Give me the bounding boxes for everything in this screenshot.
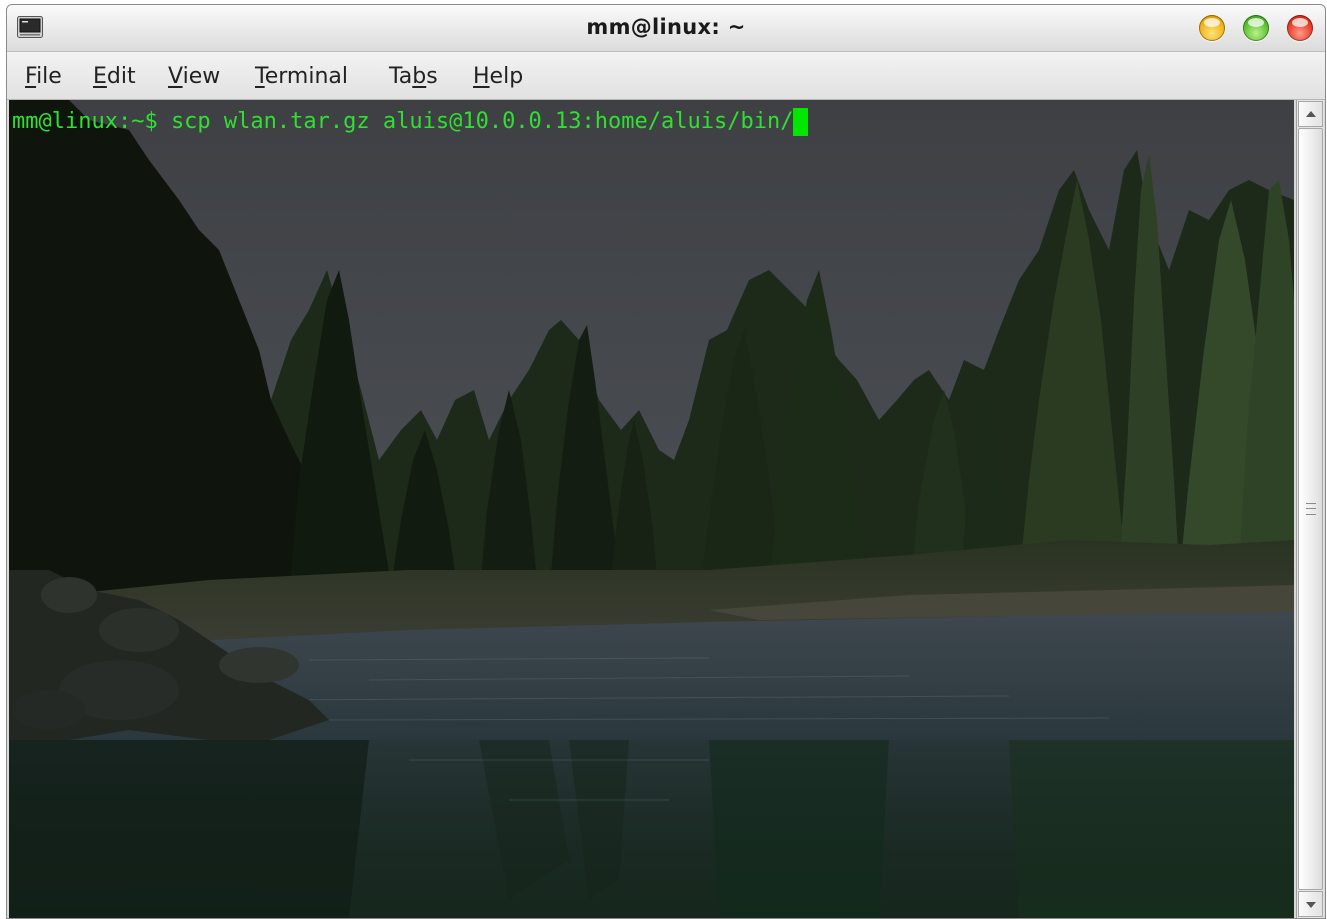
menu-file-label: ile [36,64,62,89]
menu-bar: File Edit View Terminal Tabs Help [7,52,1325,100]
vertical-scrollbar[interactable] [1296,100,1324,918]
text-cursor [793,108,809,136]
menu-view[interactable]: View [168,64,220,89]
terminal-command-text: mm@linux:~$ scp wlan.tar.gz aluis@10.0.0… [12,109,794,134]
scroll-up-icon[interactable] [1298,101,1323,127]
scrollbar-thumb[interactable] [1298,128,1323,890]
grip-icon [1306,503,1316,515]
menu-help-accel: H [473,64,490,89]
menu-tabs-label: s [426,64,438,89]
menu-edit[interactable]: Edit [93,64,136,89]
maximize-icon[interactable] [1243,15,1269,41]
menu-terminal-label: erminal [264,64,348,89]
terminal-line: mm@linux:~$ scp wlan.tar.gz aluis@10.0.0… [12,107,809,137]
title-bar[interactable]: mm@linux: ~ [7,5,1325,52]
menu-tabs[interactable]: Tabs [389,64,438,89]
terminal-window: mm@linux: ~ File Edit View Terminal Tabs… [6,4,1326,919]
menu-file[interactable]: File [25,64,62,89]
minimize-icon[interactable] [1199,15,1225,41]
menu-view-accel: V [168,64,183,89]
menu-help-label: elp [489,64,524,89]
scroll-down-icon[interactable] [1298,891,1323,917]
menu-help[interactable]: Help [473,64,523,89]
menu-terminal-accel: T [255,64,265,89]
terminal-area[interactable]: mm@linux:~$ scp wlan.tar.gz aluis@10.0.0… [9,100,1294,918]
menu-file-accel: F [25,64,37,89]
close-icon[interactable] [1287,15,1313,41]
menu-edit-accel: E [93,64,107,89]
window-title: mm@linux: ~ [586,15,746,39]
menu-tabs-pre: Ta [389,64,413,89]
menu-view-label: iew [182,64,221,89]
menu-terminal[interactable]: Terminal [255,64,348,89]
menu-tabs-accel: b [412,64,427,89]
menu-edit-label: dit [106,64,136,89]
background-image [9,100,1294,918]
